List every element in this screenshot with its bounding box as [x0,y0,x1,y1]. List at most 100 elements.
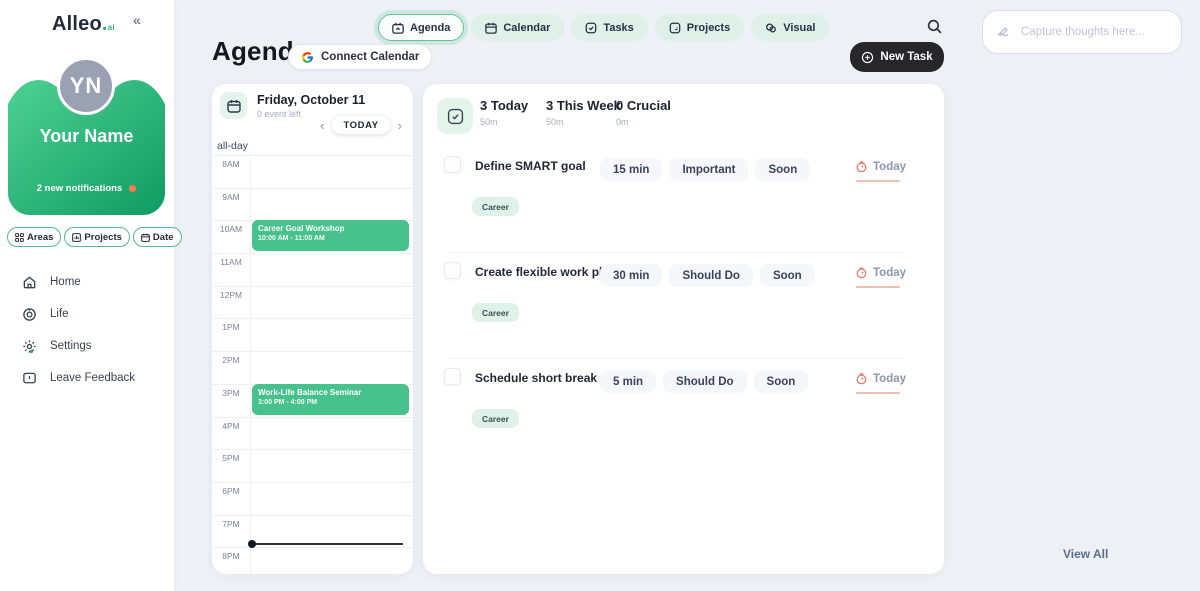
task-urgency-pill[interactable]: Soon [754,370,809,393]
tab-tasks[interactable]: Tasks [571,14,647,41]
sidebar-item-settings[interactable]: Settings [22,330,135,362]
hour-label: 9AM [212,192,250,202]
search-button[interactable] [923,17,945,39]
stat-today: 3 Today 50m [480,98,528,127]
task-row: Create flexible work plan 30 min Should … [423,252,944,358]
calendar-event[interactable]: Work-Life Balance Seminar 3:00 PM - 4:00… [252,384,409,415]
new-task-button[interactable]: New Task [850,42,944,72]
notification-dot-icon [129,185,136,192]
task-title[interactable]: Define SMART goal [475,159,586,173]
task-checkbox[interactable] [444,156,461,173]
current-time-indicator [251,543,403,545]
task-due[interactable]: Today [855,266,906,279]
filter-projects-button[interactable]: Projects [64,227,130,247]
task-checkbox[interactable] [444,368,461,385]
task-urgency-pill[interactable]: Soon [755,158,810,181]
pomodoro-timer-icon [855,372,868,385]
stat-this-week-count: 3 This Week [546,98,621,113]
calendar-icon [227,99,241,113]
task-attributes: 15 min Important Soon [600,158,810,181]
task-checkbox[interactable] [444,262,461,279]
calendar-events-left: 0 event left [257,109,301,119]
sidebar-item-life[interactable]: Life [22,298,135,330]
home-icon [22,275,37,290]
task-tag-career[interactable]: Career [472,409,519,428]
prev-day-button[interactable]: ‹ [318,117,326,134]
task-duration-pill[interactable]: 15 min [600,158,662,181]
task-priority-pill[interactable]: Important [669,158,748,181]
sidebar-item-life-label: Life [50,308,69,320]
target-icon [22,307,37,322]
calendar-date-title: Friday, October 11 [257,93,365,107]
tab-visual-label: Visual [783,22,815,34]
feedback-icon [22,371,37,386]
hour-label: 1PM [212,322,250,332]
view-all-link[interactable]: View All [1063,547,1108,561]
agenda-icon [392,22,404,34]
filter-date-button[interactable]: Date [133,227,182,247]
task-attributes: 5 min Should Do Soon [600,370,808,393]
stat-crucial: 0 Crucial 0m [616,98,671,127]
filter-areas-label: Areas [27,232,53,243]
hour-row[interactable]: 12PM [212,286,413,319]
hour-row[interactable]: 2PM [212,351,413,384]
task-tag-career[interactable]: Career [472,303,519,322]
task-urgency-pill[interactable]: Soon [760,264,815,287]
main-tabs: Agenda Calendar Tasks Projects Visual [378,14,829,41]
tab-agenda-label: Agenda [410,22,450,34]
task-due[interactable]: Today [855,160,906,173]
connect-calendar-button[interactable]: Connect Calendar [288,44,432,70]
capture-input[interactable] [982,10,1182,54]
tab-visual[interactable]: Visual [751,14,829,41]
sidebar-item-leave-feedback[interactable]: Leave Feedback [22,362,135,394]
tab-agenda[interactable]: Agenda [378,14,464,41]
hour-row[interactable]: 4PM [212,417,413,450]
connect-calendar-label: Connect Calendar [321,51,419,63]
task-title[interactable]: Schedule short break [475,371,597,385]
task-priority-pill[interactable]: Should Do [669,264,753,287]
hour-row[interactable]: 8AM [212,155,413,188]
hour-row[interactable]: 8PM [212,547,413,574]
sidebar-item-home[interactable]: Home [22,266,135,298]
task-tag-career[interactable]: Career [472,197,519,216]
task-duration-pill[interactable]: 5 min [600,370,656,393]
hour-label: 12PM [212,290,250,300]
tab-projects[interactable]: Projects [655,14,744,41]
tasks-panel: 3 Today 50m 3 This Week 50m 0 Crucial 0m… [423,84,944,574]
life-active-dot [30,350,33,353]
task-priority-pill[interactable]: Should Do [663,370,747,393]
tab-calendar[interactable]: Calendar [471,14,564,41]
task-due[interactable]: Today [855,372,906,385]
event-time: 3:00 PM - 4:00 PM [258,399,403,406]
calendar-event[interactable]: Career Goal Workshop 10:00 AM - 11:00 AM [252,220,409,251]
calendar-panel: Friday, October 11 0 event left ‹ TODAY … [212,84,413,574]
task-title[interactable]: Create flexible work plan [475,265,616,279]
pomodoro-timer-icon [855,160,868,173]
hour-row[interactable]: 5PM [212,449,413,482]
google-icon [301,51,314,64]
hour-row[interactable]: 6PM [212,482,413,515]
avatar[interactable]: YN [57,57,115,115]
hour-label: 10AM [212,224,250,234]
hour-row[interactable]: 1PM [212,318,413,351]
calendar-icon [485,22,497,34]
task-row: Define SMART goal 15 min Important Soon … [423,146,944,252]
hour-row[interactable]: 9AM [212,188,413,221]
stat-this-week-duration: 50m [546,117,621,127]
hour-label: 4PM [212,421,250,431]
pomodoro-timer-icon [855,266,868,279]
event-title: Career Goal Workshop [258,224,403,233]
stat-crucial-duration: 0m [616,117,671,127]
notifications[interactable]: 2 new notifications [8,183,165,194]
notifications-label: 2 new notifications [37,183,123,194]
task-duration-pill[interactable]: 30 min [600,264,662,287]
app-root: Alleo.ai « YN Your Name 2 new notificati… [0,0,1200,591]
sidebar-collapse-icon[interactable]: « [133,12,141,28]
sidebar-item-leave-feedback-label: Leave Feedback [50,372,135,384]
filter-areas-button[interactable]: Areas [7,227,61,247]
today-button[interactable]: TODAY [332,116,389,134]
user-name: Your Name [8,126,165,147]
logo-suffix: ai [108,23,115,32]
next-day-button[interactable]: › [396,117,404,134]
hour-row[interactable]: 11AM [212,253,413,286]
